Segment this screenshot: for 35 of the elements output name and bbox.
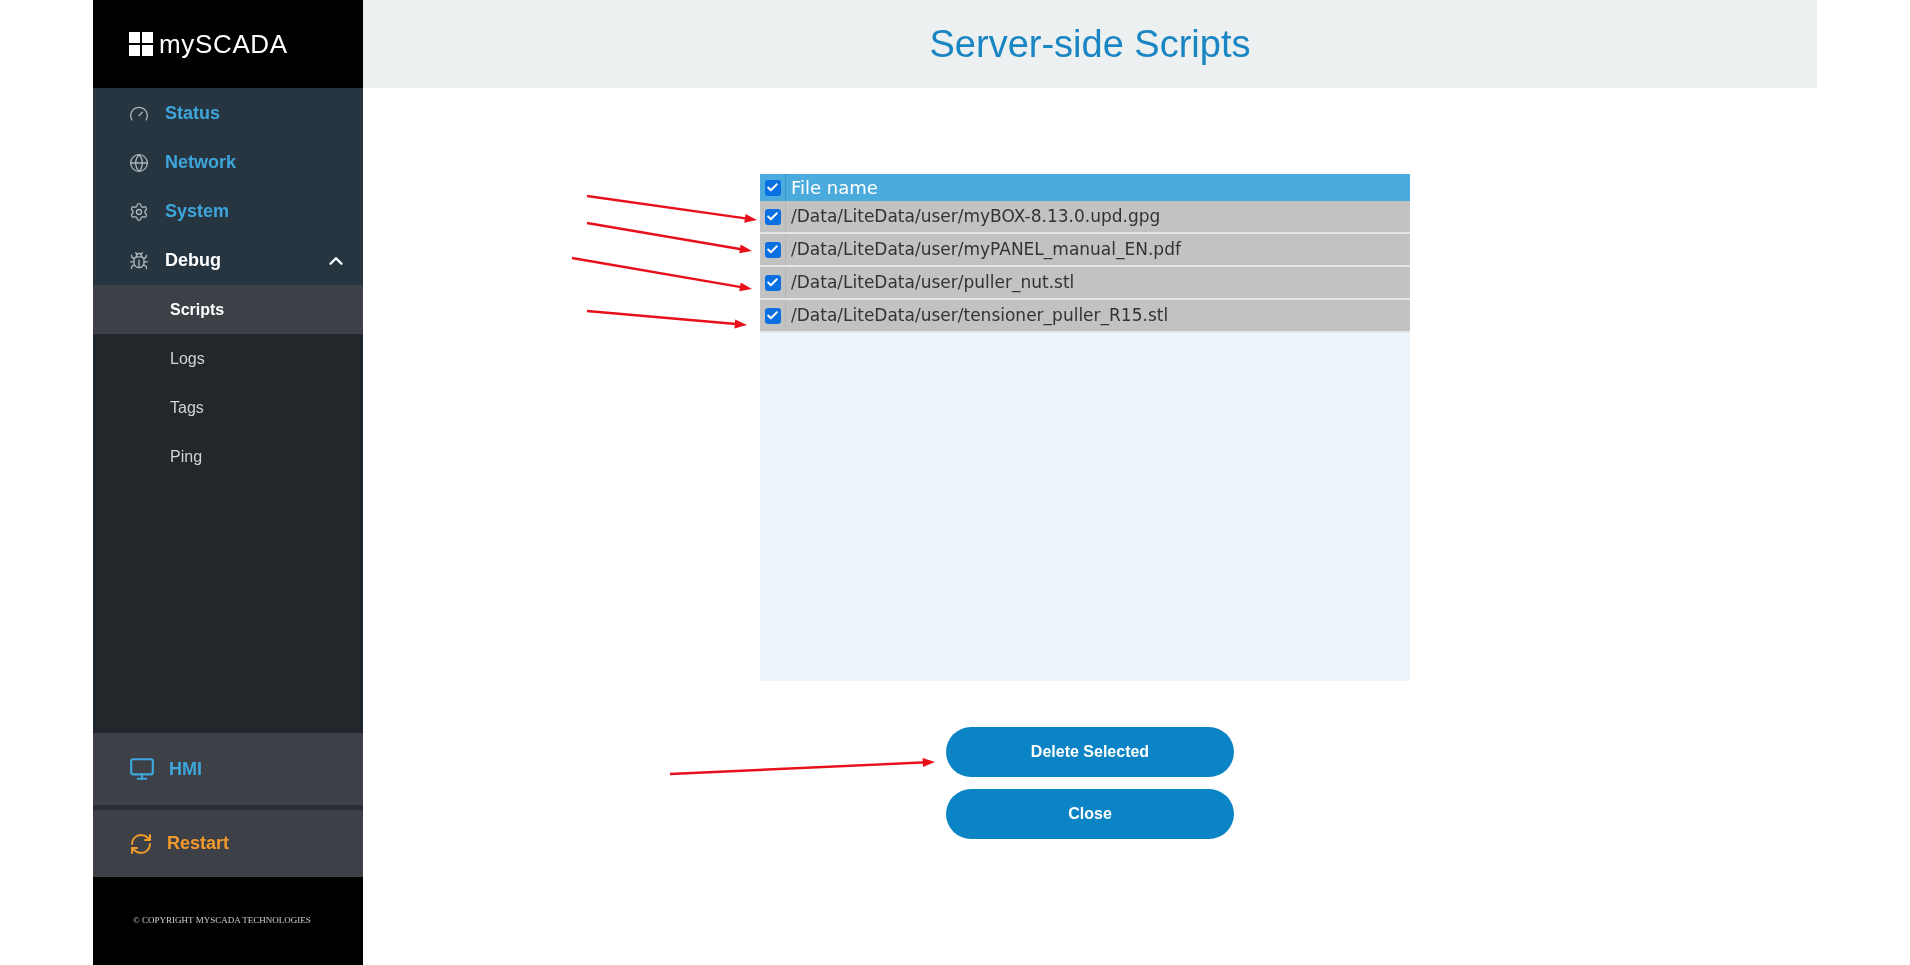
refresh-icon (129, 831, 153, 856)
file-name: /Data/LiteData/user/myBOX-8.13.0.upd.gpg (790, 204, 1161, 228)
bug-icon (129, 250, 149, 271)
delete-selected-button[interactable]: Delete Selected (946, 727, 1234, 777)
close-button[interactable]: Close (946, 789, 1234, 839)
monitor-icon (129, 756, 155, 782)
file-name: /Data/LiteData/user/tensioner_puller_R15.stl (790, 303, 1169, 328)
submenu-item[interactable]: Scripts (93, 285, 363, 334)
nav-item[interactable]: Status (93, 89, 363, 138)
page-title: Server-side Scripts (929, 21, 1251, 67)
column-header: File name (790, 176, 878, 200)
submenu-item[interactable]: Logs (93, 334, 363, 383)
submenu-item[interactable]: Tags (93, 383, 363, 432)
settings-icon (129, 201, 149, 222)
table-row[interactable]: /Data/LiteData/user/myPANEL_manual_EN.pdf (760, 234, 1410, 267)
checkbox[interactable] (764, 208, 781, 225)
logo-text: mySCADA (159, 27, 288, 61)
table-row[interactable]: /Data/LiteData/user/myBOX-8.13.0.upd.gpg (760, 201, 1410, 234)
logo-icon (129, 32, 153, 56)
file-name: /Data/LiteData/user/puller_nut.stl (790, 270, 1075, 295)
checkbox[interactable] (764, 307, 781, 324)
checkbox[interactable] (764, 241, 781, 258)
nav-item[interactable]: HMI (93, 733, 363, 805)
nav-item[interactable]: System (93, 187, 363, 236)
nav-item[interactable]: Restart (93, 805, 363, 877)
checkbox[interactable] (764, 274, 781, 291)
nav-item[interactable]: Network (93, 138, 363, 187)
table-row[interactable]: /Data/LiteData/user/puller_nut.stl (760, 267, 1410, 300)
copyright-text: © COPYRIGHT MYSCADA TECHNOLOGIES (133, 914, 311, 928)
submenu-item[interactable]: Ping (93, 432, 363, 481)
globe-icon (129, 152, 149, 173)
table-row[interactable]: /Data/LiteData/user/tensioner_puller_R15.stl (760, 300, 1410, 333)
nav-item[interactable]: Debug (93, 236, 363, 285)
checkbox[interactable] (764, 179, 781, 196)
file-name: /Data/LiteData/user/myPANEL_manual_EN.pdf (790, 237, 1181, 262)
